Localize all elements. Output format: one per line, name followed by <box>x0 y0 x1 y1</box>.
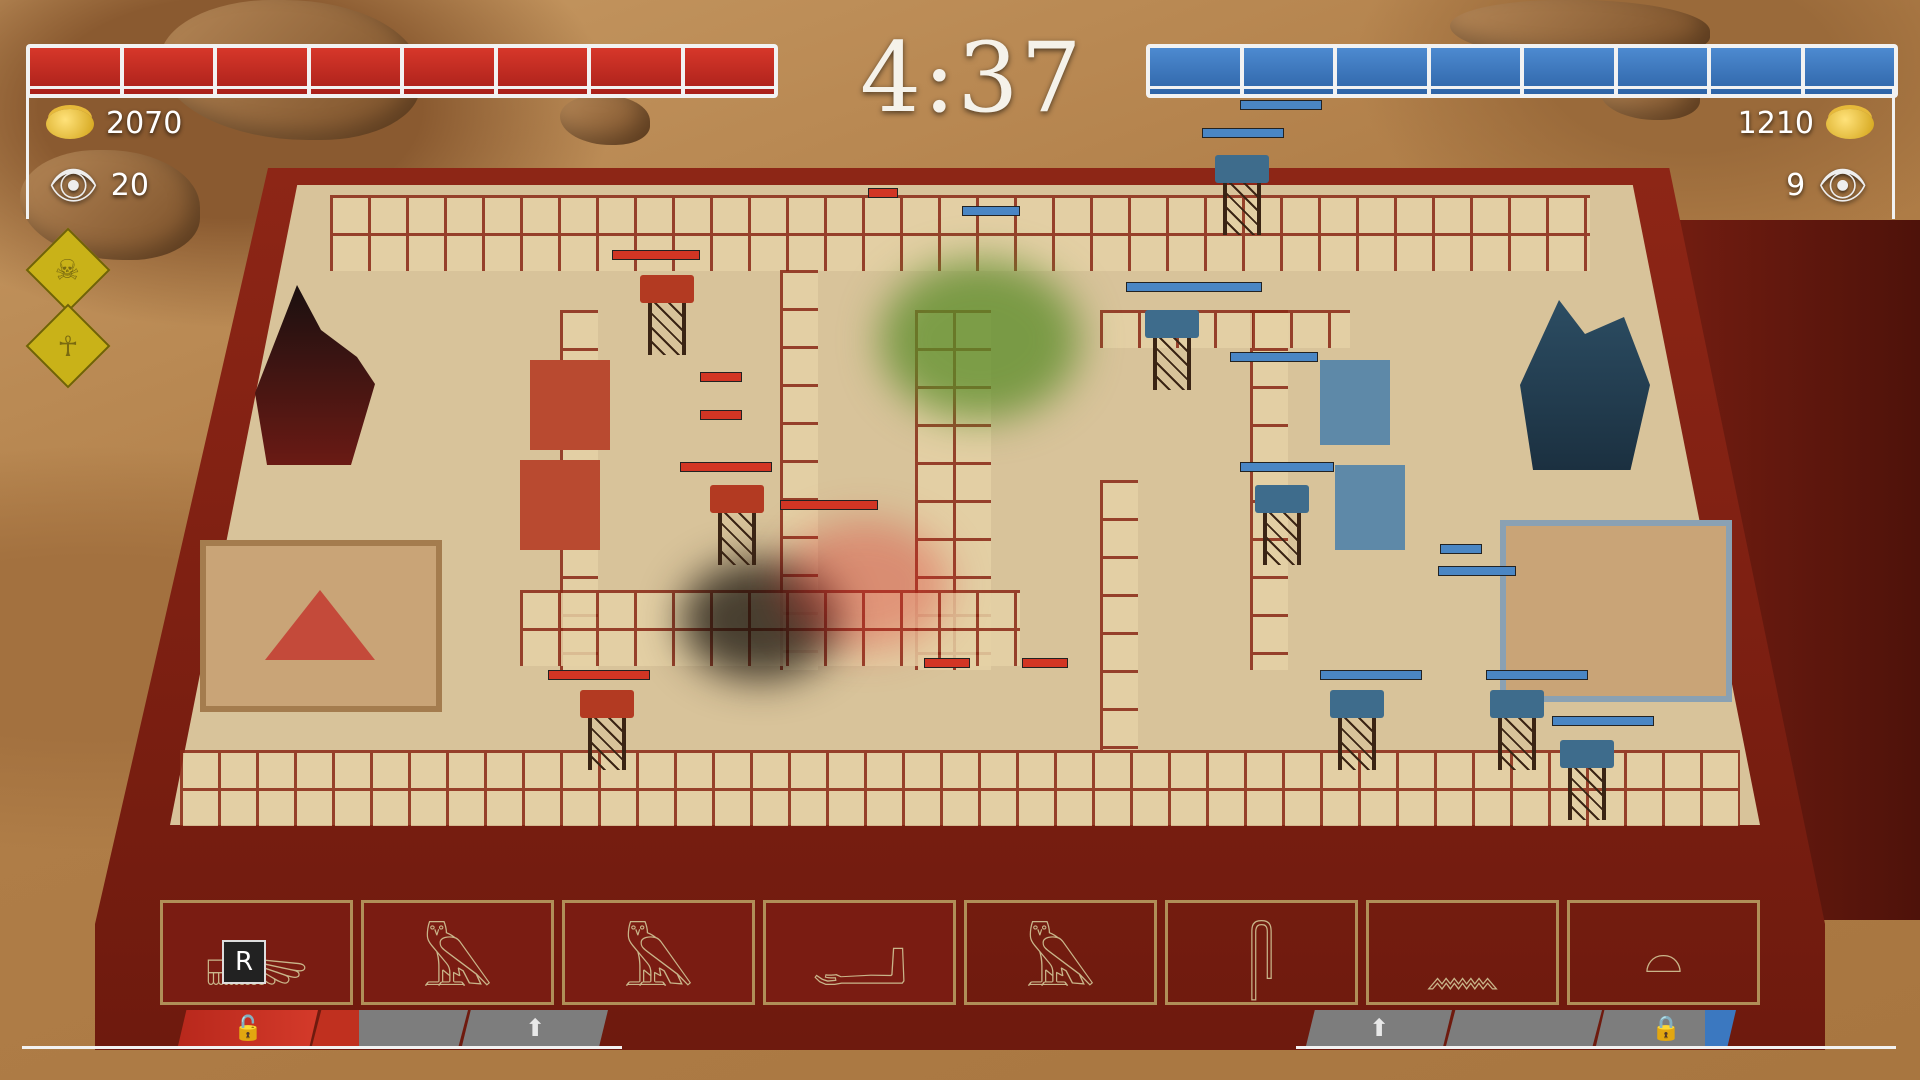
red-gold-value: 2070 <box>106 106 183 141</box>
blue-vision-value: 9 <box>1786 168 1806 203</box>
red-vision-counter: 👁 20 <box>48 162 149 209</box>
hotkey-r-indicator: R <box>222 940 266 984</box>
match-timer: 4:37 <box>860 22 1084 134</box>
unit-health-bar <box>1438 566 1516 576</box>
red-slot-unlocked[interactable]: 🔓 <box>178 1010 318 1046</box>
red-blast <box>780 520 950 650</box>
blue-slot-locked[interactable]: 🔒 <box>1596 1010 1736 1046</box>
tower-health-bar <box>612 250 700 260</box>
blue-tower[interactable] <box>1255 485 1309 565</box>
unit-health-bar <box>700 410 742 420</box>
board-path-row <box>1100 310 1350 348</box>
blue-bottom-rail <box>1296 1046 1896 1049</box>
red-vision-value: 20 <box>110 168 149 203</box>
tower-health-bar <box>1230 352 1318 362</box>
hieroglyph-tile-red: 𓅓 <box>562 900 755 1005</box>
blue-gold-counter: 1210 <box>1738 106 1874 141</box>
skull-icon: ☠ <box>55 253 81 287</box>
red-gold-counter: 2070 <box>46 106 182 141</box>
hieroglyph-tile-red: 𓅓 <box>361 900 554 1005</box>
upload-icon: ⬆ <box>524 1014 546 1042</box>
unit-health-bar <box>868 188 898 198</box>
upload-icon: ⬆ <box>1368 1014 1390 1042</box>
lock-icon: 🔒 <box>1651 1014 1681 1042</box>
unit-health-bar <box>962 206 1020 216</box>
tower-health-bar <box>1320 670 1422 680</box>
red-tower[interactable] <box>580 690 634 770</box>
red-slot-upgrade[interactable]: ⬆ <box>462 1010 608 1046</box>
unit-health-bar <box>1440 544 1482 554</box>
poison-cloud <box>880 260 1080 420</box>
eye-of-horus-icon: 👁 <box>48 163 99 209</box>
hieroglyph-tile-blue: 𓅓 <box>964 900 1157 1005</box>
unit-health-bar <box>1022 658 1068 668</box>
red-barracks[interactable] <box>530 360 610 450</box>
tower-health-bar <box>1486 670 1588 680</box>
blue-tower[interactable] <box>1490 690 1544 770</box>
unlock-icon: 🔓 <box>233 1014 263 1042</box>
unit-health-bar <box>924 658 970 668</box>
tower-health-bar <box>780 500 878 510</box>
blue-slot-empty[interactable] <box>1446 1010 1602 1046</box>
hieroglyph-tile-blue: 𓈖 <box>1366 900 1559 1005</box>
unit-health-bar <box>700 372 742 382</box>
blue-barracks[interactable] <box>1320 360 1390 445</box>
red-slot-partial[interactable] <box>312 1010 468 1046</box>
gold-coins-icon <box>1826 108 1874 139</box>
gold-coins-icon <box>46 108 94 139</box>
tower-health-bar <box>1126 282 1262 292</box>
red-barracks[interactable] <box>520 460 600 550</box>
tower-health-bar <box>1240 462 1334 472</box>
blue-tower[interactable] <box>1560 740 1614 820</box>
blue-vision-counter: 9 👁 <box>1786 162 1868 209</box>
blue-tower[interactable] <box>1145 310 1199 390</box>
unit-health-bar <box>680 462 772 472</box>
ankh-icon: ☥ <box>57 329 79 363</box>
board-path-col <box>1100 480 1138 750</box>
red-tower[interactable] <box>640 275 694 355</box>
hieroglyph-tile-red: 𓂝 <box>763 900 956 1005</box>
tower-health-bar <box>548 670 650 680</box>
hieroglyph-tile-blue: 𓏏 <box>1567 900 1760 1005</box>
blue-slot-upgrade[interactable]: ⬆ <box>1306 1010 1452 1046</box>
blue-tower[interactable] <box>1330 690 1384 770</box>
red-bottom-rail <box>22 1046 622 1049</box>
blue-gold-value: 1210 <box>1737 106 1814 141</box>
eye-of-horus-icon: 👁 <box>1817 163 1868 209</box>
tower-health-bar <box>1552 716 1654 726</box>
hieroglyph-tile-blue: 𓋴 <box>1165 900 1358 1005</box>
hieroglyph-panel-strip: 𓆃𓅓𓅓𓂝𓅓𓋴𓈖𓏏 <box>160 900 1760 1005</box>
blue-barracks[interactable] <box>1335 465 1405 550</box>
red-tower[interactable] <box>710 485 764 565</box>
